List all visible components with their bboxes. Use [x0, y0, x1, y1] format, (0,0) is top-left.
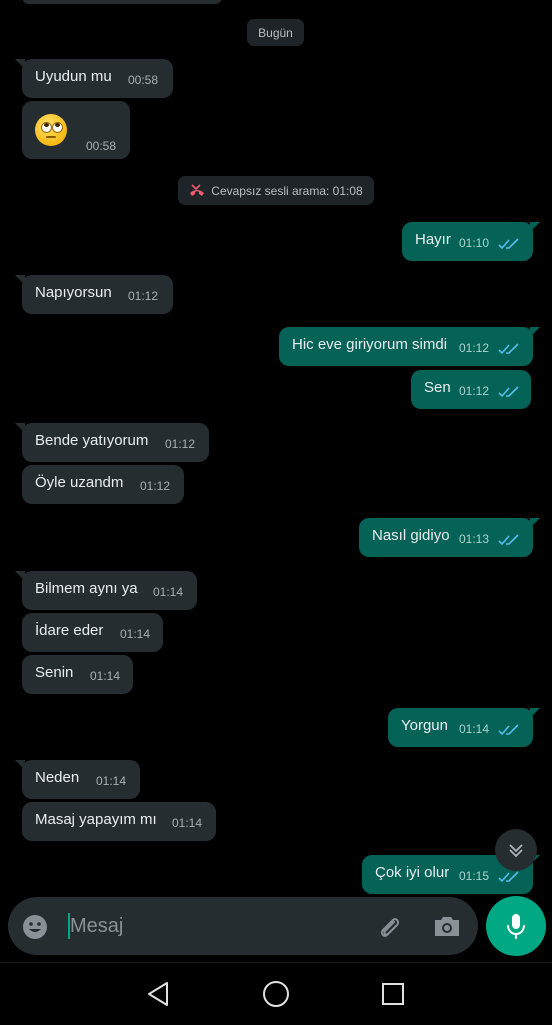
nav-recents-icon	[382, 983, 404, 1005]
message-text: Napıyorsun	[35, 284, 112, 301]
message-text: Öyle uzandm	[35, 474, 124, 491]
message-time: 01:14	[172, 816, 203, 830]
message-text: Neden	[35, 769, 80, 786]
message-time: 01:13	[459, 532, 490, 546]
message-outgoing[interactable]: Hic eve giriyorum simdi 01:12	[279, 327, 540, 366]
message-time: 01:14	[459, 722, 490, 736]
message-time: 01:12	[140, 479, 171, 493]
message-incoming[interactable]: 00:58	[22, 101, 130, 159]
message-text: Bilmem aynı ya	[35, 580, 138, 597]
message-text: Masaj yapayım mı	[35, 811, 157, 828]
nav-back-icon	[148, 982, 168, 1006]
message-time: 01:15	[459, 869, 490, 883]
message-outgoing[interactable]: Hayır 01:10	[402, 222, 540, 261]
message-time: 01:10	[459, 236, 490, 250]
message-incoming[interactable]: İdare eder 01:14	[22, 613, 163, 652]
message-time: 01:14	[90, 669, 121, 683]
nav-recents-button[interactable]	[375, 977, 411, 1011]
message-text: Çok iyi olur	[375, 864, 450, 881]
message-outgoing[interactable]: Yorgun 01:14	[388, 708, 540, 747]
scroll-down-button[interactable]	[495, 829, 537, 871]
mic-icon	[507, 914, 525, 939]
camera-icon[interactable]	[432, 913, 462, 939]
nav-home-button[interactable]	[258, 977, 294, 1011]
system-navigation-bar	[0, 962, 552, 1025]
message-time: 00:58	[128, 73, 159, 87]
message-time: 01:14	[153, 585, 184, 599]
scroll-down-icon	[509, 844, 523, 858]
message-time: 01:12	[128, 289, 159, 303]
message-time: 01:12	[459, 384, 490, 398]
message-text: Sen	[424, 379, 451, 396]
missed-call-text: Cevapsız sesli arama: 01:08	[211, 183, 363, 198]
date-divider: Bugün	[247, 19, 304, 46]
message-incoming[interactable]: Masaj yapayım mı 01:14	[22, 802, 216, 841]
message-text: Uyudun mu	[35, 68, 112, 85]
face-with-rolling-eyes-icon	[35, 114, 67, 146]
message-outgoing[interactable]: Sen 01:12	[411, 370, 531, 409]
missed-call-icon	[190, 183, 205, 196]
message-input[interactable]: Mesaj	[70, 915, 123, 938]
message-composer[interactable]: Mesaj	[8, 897, 478, 955]
message-text: Hayır	[415, 231, 451, 248]
message-text: Hic eve giriyorum simdi	[292, 336, 448, 353]
message-incoming[interactable]: Napıyorsun 01:12	[15, 275, 173, 314]
message-outgoing[interactable]: Nasıl gidiyo 01:13	[359, 518, 540, 557]
read-ticks-icon	[498, 724, 519, 736]
message-time: 01:12	[165, 437, 196, 451]
chat-area[interactable]: Bugün Uyudun mu 00:58 00:58 Cevapsız ses…	[0, 0, 552, 896]
previous-message-bubble	[22, 0, 222, 4]
voice-record-button[interactable]	[486, 896, 546, 956]
message-time: 01:12	[459, 341, 490, 355]
message-time: 00:58	[86, 139, 117, 153]
message-incoming[interactable]: Öyle uzandm 01:12	[22, 465, 184, 504]
message-incoming[interactable]: Bende yatıyorum 01:12	[15, 423, 209, 462]
read-ticks-icon	[498, 343, 519, 355]
attach-icon[interactable]	[374, 912, 404, 942]
message-incoming[interactable]: Bilmem aynı ya 01:14	[15, 571, 197, 610]
emoji-icon[interactable]	[22, 914, 48, 940]
message-text: Yorgun	[401, 717, 448, 734]
message-time: 01:14	[96, 774, 127, 788]
message-time: 01:14	[120, 627, 151, 641]
message-incoming[interactable]: Senin 01:14	[22, 655, 133, 694]
message-incoming[interactable]: Uyudun mu 00:58	[15, 59, 173, 98]
read-ticks-icon	[498, 386, 519, 398]
message-text: Nasıl gidiyo	[372, 527, 450, 544]
message-text: Bende yatıyorum	[35, 432, 149, 449]
message-incoming[interactable]: Neden 01:14	[15, 760, 140, 799]
message-text: İdare eder	[35, 622, 104, 639]
nav-home-icon	[263, 981, 289, 1007]
read-ticks-icon	[498, 238, 519, 250]
nav-back-button[interactable]	[140, 977, 176, 1011]
message-text: Senin	[35, 664, 74, 681]
read-ticks-icon	[498, 871, 519, 883]
read-ticks-icon	[498, 534, 519, 546]
missed-call-notice[interactable]: Cevapsız sesli arama: 01:08	[178, 176, 374, 205]
